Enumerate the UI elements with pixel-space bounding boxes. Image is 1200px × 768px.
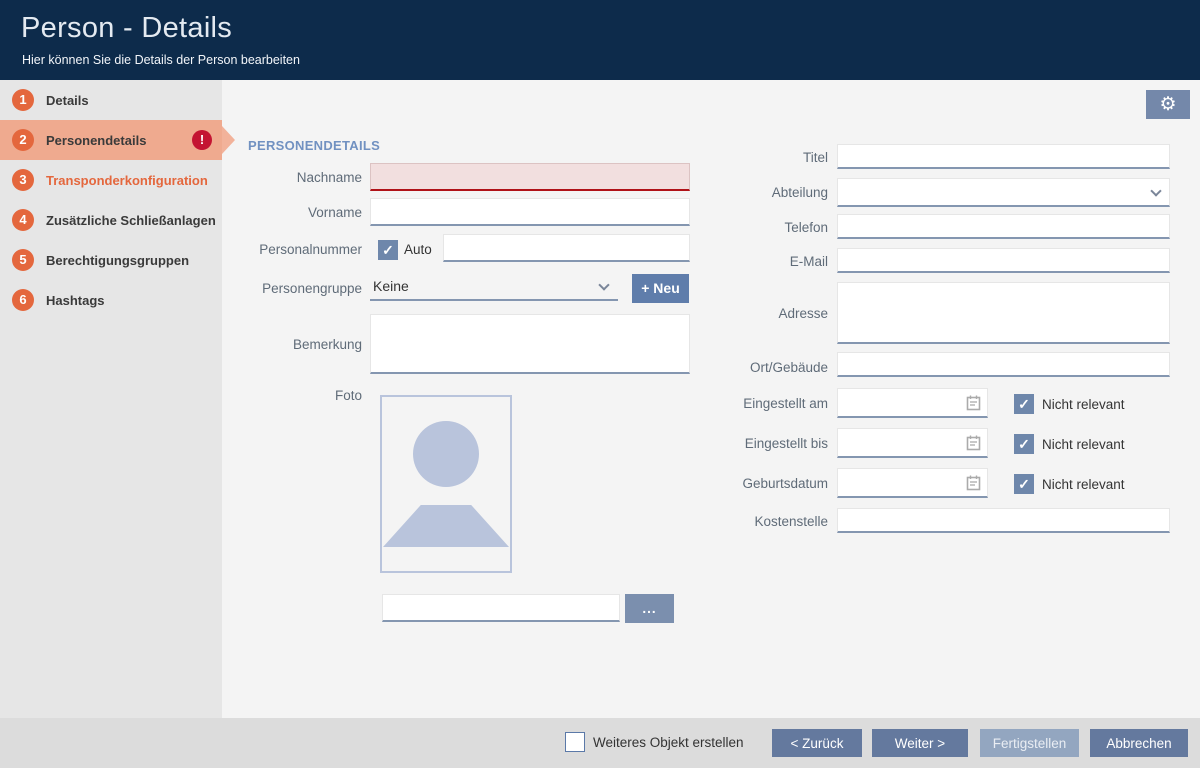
settings-gear-icon[interactable]: ⚙ bbox=[1146, 90, 1190, 119]
nicht-relevant-label: Nicht relevant bbox=[1042, 437, 1125, 452]
ort-gebaeude-field[interactable] bbox=[837, 352, 1170, 377]
step-label: Personendetails bbox=[46, 133, 146, 148]
photo-path-field[interactable] bbox=[382, 594, 620, 622]
personengruppe-value: Keine bbox=[373, 278, 409, 294]
titel-label: Titel bbox=[708, 150, 828, 165]
vorname-field[interactable] bbox=[370, 198, 690, 226]
eingestellt-am-label: Eingestellt am bbox=[708, 396, 828, 411]
weiteres-objekt-label: Weiteres Objekt erstellen bbox=[593, 735, 744, 750]
step-number-badge: 5 bbox=[12, 249, 34, 271]
nicht-relevant-label: Nicht relevant bbox=[1042, 477, 1125, 492]
nicht-relevant-label: Nicht relevant bbox=[1042, 397, 1125, 412]
page-title: Person - Details bbox=[21, 12, 232, 45]
step-number-badge: 6 bbox=[12, 289, 34, 311]
form-panel: ⚙ PERSONENDETAILS Nachname Vorname Perso… bbox=[222, 80, 1200, 718]
personalnummer-field[interactable] bbox=[443, 234, 690, 262]
footer-bar: Weiteres Objekt erstellen < Zurück Weite… bbox=[0, 718, 1200, 768]
email-label: E-Mail bbox=[708, 254, 828, 269]
nachname-label: Nachname bbox=[222, 170, 362, 185]
person-details-window: Person - Details Hier können Sie die Det… bbox=[0, 0, 1200, 768]
wizard-step-sidebar: 1 Details 2 Personendetails ! 3 Transpon… bbox=[0, 80, 222, 718]
step-label: Transponderkonfiguration bbox=[46, 173, 208, 188]
auto-checkbox-label: Auto bbox=[404, 242, 432, 257]
email-field[interactable] bbox=[837, 248, 1170, 273]
geburtsdatum-date-field[interactable] bbox=[837, 468, 988, 498]
eingestellt-bis-label: Eingestellt bis bbox=[708, 436, 828, 451]
photo-placeholder bbox=[380, 395, 512, 573]
ort-gebaeude-label: Ort/Gebäude bbox=[708, 360, 828, 375]
eingestellt-am-date-field[interactable] bbox=[837, 388, 988, 418]
abteilung-select[interactable] bbox=[837, 178, 1170, 207]
back-button[interactable]: < Zurück bbox=[772, 729, 862, 757]
nachname-field[interactable] bbox=[370, 163, 690, 191]
step-personendetails[interactable]: 2 Personendetails ! bbox=[0, 120, 222, 160]
next-button[interactable]: Weiter > bbox=[872, 729, 968, 757]
calendar-icon[interactable] bbox=[966, 475, 981, 491]
telefon-label: Telefon bbox=[708, 220, 828, 235]
step-number-badge: 1 bbox=[12, 89, 34, 111]
eingestellt-bis-date-field[interactable] bbox=[837, 428, 988, 458]
step-number-badge: 3 bbox=[12, 169, 34, 191]
step-number-badge: 2 bbox=[12, 129, 34, 151]
geburtsdatum-nicht-relevant-checkbox[interactable]: ✓ bbox=[1014, 474, 1034, 494]
step-berechtigungsgruppen[interactable]: 5 Berechtigungsgruppen bbox=[0, 240, 222, 280]
page-subtitle: Hier können Sie die Details der Person b… bbox=[22, 53, 300, 67]
avatar-head-icon bbox=[413, 421, 479, 487]
weiteres-objekt-checkbox[interactable] bbox=[565, 732, 585, 752]
header: Person - Details Hier können Sie die Det… bbox=[0, 0, 1200, 80]
finish-button[interactable]: Fertigstellen bbox=[980, 729, 1079, 757]
eingestellt-bis-nicht-relevant-checkbox[interactable]: ✓ bbox=[1014, 434, 1034, 454]
step-label: Berechtigungsgruppen bbox=[46, 253, 189, 268]
avatar-shoulders-icon bbox=[383, 505, 509, 547]
vorname-label: Vorname bbox=[222, 205, 362, 220]
abteilung-label: Abteilung bbox=[708, 185, 828, 200]
kostenstelle-label: Kostenstelle bbox=[708, 514, 828, 529]
calendar-icon[interactable] bbox=[966, 435, 981, 451]
bemerkung-label: Bemerkung bbox=[222, 337, 362, 352]
step-label: Hashtags bbox=[46, 293, 105, 308]
kostenstelle-field[interactable] bbox=[837, 508, 1170, 533]
step-number-badge: 4 bbox=[12, 209, 34, 231]
step-label: Zusätzliche Schließanlagen bbox=[46, 213, 216, 228]
step-hashtags[interactable]: 6 Hashtags bbox=[0, 280, 222, 320]
chevron-down-icon bbox=[1150, 185, 1161, 196]
adresse-label: Adresse bbox=[708, 306, 828, 321]
browse-photo-button[interactable]: ... bbox=[625, 594, 674, 623]
personalnummer-label: Personalnummer bbox=[222, 242, 362, 257]
section-title: PERSONENDETAILS bbox=[248, 138, 380, 153]
eingestellt-am-nicht-relevant-checkbox[interactable]: ✓ bbox=[1014, 394, 1034, 414]
calendar-icon[interactable] bbox=[966, 395, 981, 411]
auto-checkbox[interactable]: ✓ bbox=[378, 240, 398, 260]
adresse-textarea[interactable] bbox=[837, 282, 1170, 344]
neu-gruppe-button[interactable]: + Neu bbox=[632, 274, 689, 303]
cancel-button[interactable]: Abbrechen bbox=[1090, 729, 1188, 757]
personengruppe-label: Personengruppe bbox=[222, 281, 362, 296]
bemerkung-textarea[interactable] bbox=[370, 314, 690, 374]
titel-field[interactable] bbox=[837, 144, 1170, 169]
chevron-down-icon bbox=[598, 279, 609, 290]
step-label: Details bbox=[46, 93, 89, 108]
personengruppe-select[interactable]: Keine bbox=[370, 274, 618, 301]
validation-error-icon: ! bbox=[192, 130, 212, 150]
foto-label: Foto bbox=[222, 388, 362, 403]
telefon-field[interactable] bbox=[837, 214, 1170, 239]
geburtsdatum-label: Geburtsdatum bbox=[708, 476, 828, 491]
step-transponderkonfiguration[interactable]: 3 Transponderkonfiguration bbox=[0, 160, 222, 200]
step-zusaetzliche-schliessanlagen[interactable]: 4 Zusätzliche Schließanlagen bbox=[0, 200, 222, 240]
step-details[interactable]: 1 Details bbox=[0, 80, 222, 120]
